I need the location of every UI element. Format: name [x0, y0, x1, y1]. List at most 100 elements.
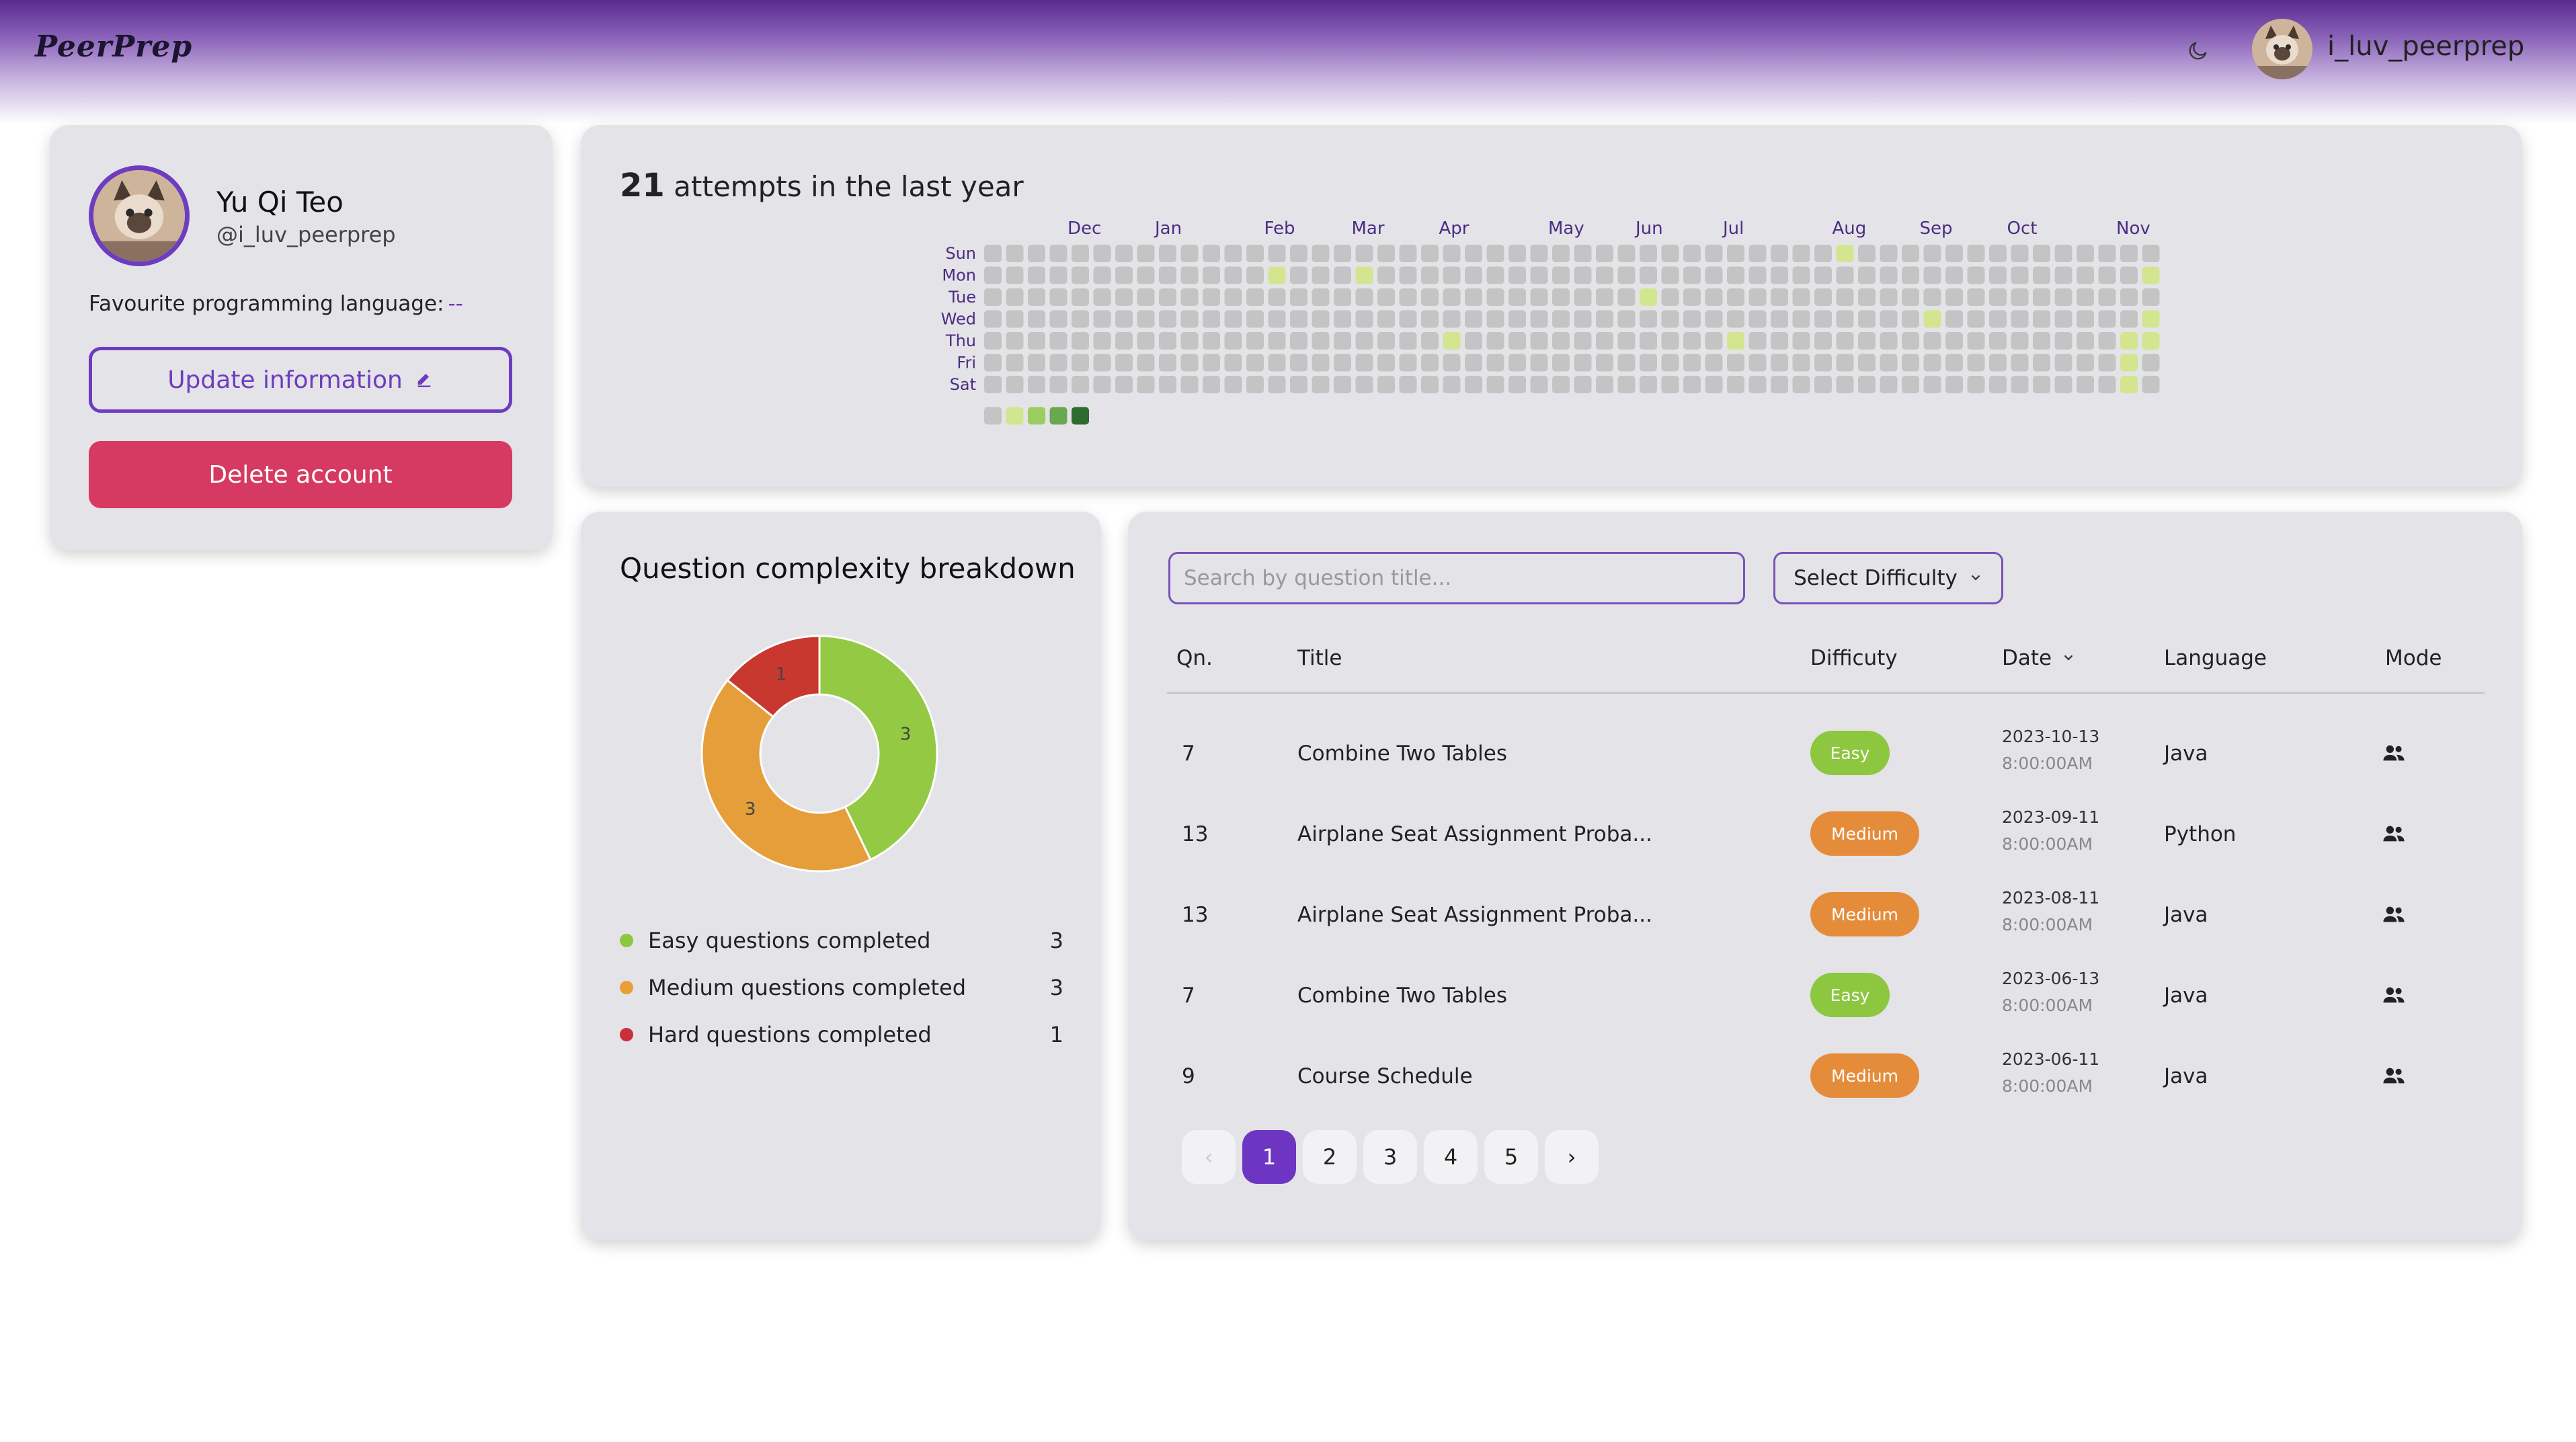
heatmap-cell [2077, 245, 2094, 262]
heatmap-cell [1880, 332, 1898, 350]
table-row[interactable]: 7 Combine Two Tables Easy 2023-10-13 8:0… [1128, 727, 2522, 807]
pagination-page-3[interactable]: 3 [1363, 1130, 1417, 1184]
pagination-page-1[interactable]: 1 [1242, 1130, 1296, 1184]
heatmap-cell [1443, 266, 1461, 284]
row-title[interactable]: Course Schedule [1297, 1064, 1473, 1088]
heatmap-cell [1180, 288, 1199, 306]
row-time: 8:00:00AM [2002, 754, 2093, 773]
row-title[interactable]: Combine Two Tables [1297, 742, 1507, 766]
header-username[interactable]: i_luv_peerprep [2327, 31, 2524, 62]
heatmap-cell [1137, 332, 1155, 350]
heatmap-cell [1858, 376, 1876, 393]
pagination-page-2[interactable]: 2 [1303, 1130, 1357, 1184]
row-title[interactable]: Airplane Seat Assignment Proba... [1297, 903, 1652, 927]
heatmap-cell [1006, 245, 1024, 262]
heatmap-day-label: Fri [957, 354, 976, 372]
heatmap-cell [1530, 266, 1548, 284]
heatmap-cell [1705, 354, 1723, 372]
complexity-breakdown-card: Question complexity breakdown 3 3 1 Easy q… [581, 512, 1101, 1240]
heatmap-cell [2054, 354, 2072, 372]
heatmap-cell [1661, 245, 1679, 262]
heatmap-cell [2011, 310, 2029, 328]
heatmap-cell-active [2120, 332, 2138, 350]
heatmap-cell [1945, 266, 1963, 284]
heatmap-cell [1902, 332, 1919, 350]
delete-account-button[interactable]: Delete account [89, 441, 512, 508]
heatmap-cell [1748, 354, 1767, 372]
table-row[interactable]: 13 Airplane Seat Assignment Proba... Med… [1128, 807, 2522, 888]
heatmap-cell [1814, 354, 1832, 372]
heatmap-cell [1246, 376, 1264, 393]
heatmap-cell [1967, 266, 1985, 284]
heatmap-cell [1989, 245, 2007, 262]
heatmap-cell [984, 376, 1002, 393]
heatmap-legend-swatch [1006, 407, 1024, 425]
heatmap-cell [1115, 266, 1133, 284]
heatmap-cell [1880, 245, 1898, 262]
heatmap-cell [1334, 354, 1351, 372]
table-row[interactable]: 13 Airplane Seat Assignment Proba... Med… [1128, 888, 2522, 969]
heatmap-cell [1836, 354, 1854, 372]
heatmap-cell [1596, 376, 1613, 393]
people-icon [2382, 824, 2405, 849]
heatmap-cell [1224, 310, 1242, 328]
heatmap-cell [1137, 266, 1155, 284]
heatmap-cell [1093, 266, 1111, 284]
heatmap-cell [1159, 288, 1176, 306]
heatmap-cell [1159, 266, 1176, 284]
heatmap-cell [1290, 245, 1307, 262]
table-row[interactable]: 7 Combine Two Tables Easy 2023-06-13 8:0… [1128, 969, 2522, 1049]
heatmap-cell [1683, 354, 1701, 372]
pagination-page-5[interactable]: 5 [1484, 1130, 1538, 1184]
profile-card: Yu Qi Teo @i_luv_peerprep Favourite prog… [50, 125, 553, 550]
pagination-prev-button[interactable]: ‹ [1182, 1130, 1236, 1184]
sort-chevron-icon[interactable] [2061, 646, 2076, 670]
difficulty-badge: Easy [1810, 973, 1890, 1017]
heatmap-cell [1683, 266, 1701, 284]
heatmap-cell [984, 310, 1002, 328]
heatmap-cell [1465, 288, 1482, 306]
update-information-button[interactable]: Update information [89, 347, 512, 413]
row-title[interactable]: Combine Two Tables [1297, 984, 1507, 1008]
heatmap-cell [984, 354, 1002, 372]
pagination-next-button[interactable]: › [1545, 1130, 1599, 1184]
heatmap-cell [1617, 266, 1636, 284]
heatmap-cell [1902, 354, 1919, 372]
heatmap-cell-active [1443, 332, 1461, 350]
heatmap-cell [1661, 310, 1679, 328]
brand-logo[interactable]: PeerPrep [35, 30, 192, 64]
people-icon [2382, 904, 2405, 930]
search-input[interactable] [1168, 552, 1745, 604]
heatmap-cell [1421, 245, 1439, 262]
heatmap-cell [1334, 332, 1351, 350]
row-time: 8:00:00AM [2002, 834, 2093, 854]
pencil-icon [415, 366, 434, 394]
heatmap-cell [1224, 245, 1242, 262]
heatmap-cell [1028, 354, 1045, 372]
heatmap-cell [1312, 245, 1330, 262]
heatmap-cell [1967, 288, 1985, 306]
table-row[interactable]: 9 Course Schedule Medium 2023-06-11 8:00… [1128, 1049, 2522, 1130]
heatmap-cell [1530, 288, 1548, 306]
heatmap-cell [1771, 288, 1788, 306]
heatmap-cell [1115, 245, 1133, 262]
heatmap-cell [1792, 288, 1810, 306]
heatmap-cell [1989, 354, 2007, 372]
moon-icon[interactable] [2183, 35, 2214, 66]
heatmap-cell [1727, 245, 1744, 262]
legend-medium-count: 3 [1049, 975, 1063, 1000]
difficulty-select[interactable]: Select Difficulty [1773, 552, 2003, 604]
row-title[interactable]: Airplane Seat Assignment Proba... [1297, 822, 1652, 846]
heatmap-cell [1508, 332, 1526, 350]
heatmap-cell [1421, 288, 1439, 306]
heatmap-month-label: May [1548, 218, 1584, 239]
row-qn: 13 [1182, 822, 1209, 846]
heatmap-cell-active [2142, 332, 2160, 350]
heatmap-cell [1945, 310, 1963, 328]
heatmap-cell [1072, 354, 1089, 372]
heatmap-day-label: Tue [948, 288, 976, 307]
donut-slice-medium[interactable] [700, 678, 872, 873]
pagination-page-4[interactable]: 4 [1424, 1130, 1478, 1184]
column-header-date[interactable]: Date [2002, 646, 2076, 670]
user-avatar[interactable] [2252, 19, 2312, 79]
